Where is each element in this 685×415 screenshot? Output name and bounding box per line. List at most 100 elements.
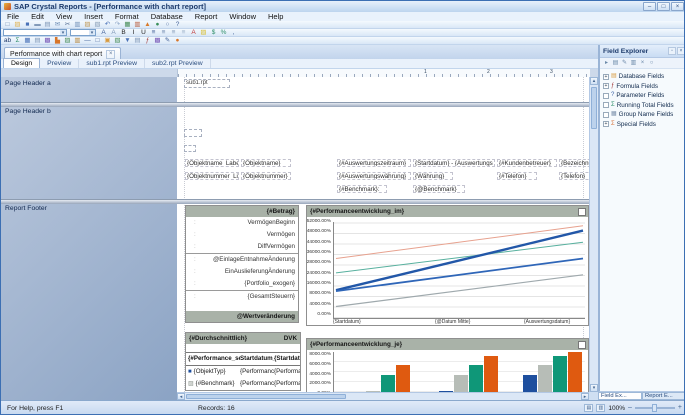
toolbar-icon[interactable]: ○ <box>163 21 172 29</box>
performance-bar-chart[interactable]: {#Performanceentwicklung_je} 8000.00%600… <box>306 338 589 392</box>
toolbar-icon[interactable]: ▤ <box>43 21 52 29</box>
tree-item[interactable]: + ƒ Formula Fields <box>600 82 685 92</box>
field-object[interactable]: {Währung} <box>413 172 453 180</box>
format-toolbar-icon[interactable]: A <box>109 29 118 37</box>
field-object[interactable]: {Bezeichnung} <box>559 159 589 167</box>
insert-toolbar-icon[interactable]: ▥ <box>73 37 82 45</box>
performance-line-chart[interactable]: {#Performanceentwicklung_im} 52000.00%48… <box>306 205 589 326</box>
chevron-down-icon[interactable]: ▾ <box>60 30 66 35</box>
insert-toolbar-icon[interactable]: ▤ <box>33 37 42 45</box>
toolbar-icon[interactable]: ? <box>173 21 182 29</box>
section-label-report-footer[interactable]: Report Footer <box>5 205 47 212</box>
zoom-slider-thumb[interactable] <box>652 404 657 412</box>
pin-icon[interactable]: ▫ <box>668 47 676 55</box>
insert-toolbar-icon[interactable]: ✎ <box>163 37 172 45</box>
average-table-column-headers[interactable]: {#Performance_seit} Startdatum_k {Startd… <box>186 352 300 366</box>
format-toolbar-icon[interactable]: % <box>219 29 228 37</box>
panel-toolbar-icon[interactable]: ✎ <box>620 59 629 67</box>
field-object[interactable]: {#Auswertungszeitraum} <box>337 159 411 167</box>
page-layout-icon[interactable]: ▤ <box>584 404 593 412</box>
expand-icon[interactable]: + <box>603 83 609 89</box>
menu-item[interactable]: Report <box>189 12 224 21</box>
toolbar-icon[interactable]: ▧ <box>93 21 102 29</box>
panel-toolbar-icon[interactable]: ○ <box>647 59 656 67</box>
zoom-slider[interactable] <box>635 407 675 409</box>
section-label-page-header-b[interactable]: Page Header b <box>5 108 51 115</box>
insert-toolbar-icon[interactable]: ▩ <box>153 37 162 45</box>
tab-field-explorer[interactable]: Field Ex... <box>598 392 642 400</box>
page-layout-icon[interactable]: ▥ <box>596 404 605 412</box>
toolbar-icon[interactable]: ▨ <box>83 21 92 29</box>
field-object[interactable]: {#Telefon} <box>497 172 537 180</box>
expand-icon[interactable] <box>603 112 609 118</box>
summary-table-footer[interactable]: @Wertveränderung <box>186 311 298 322</box>
field-object[interactable]: {#Kundenbetreuer} <box>497 159 557 167</box>
format-toolbar-icon[interactable]: ≡ <box>169 29 178 37</box>
expand-icon[interactable] <box>603 102 609 108</box>
panel-toolbar-icon[interactable]: × <box>638 59 647 67</box>
scroll-left-icon[interactable]: ◂ <box>177 393 185 400</box>
insert-toolbar-icon[interactable]: □ <box>93 37 102 45</box>
toolbar-icon[interactable]: ↷ <box>113 21 122 29</box>
section-divider[interactable] <box>1 102 598 107</box>
field-object[interactable]: {Objektnummer} <box>241 172 291 180</box>
summary-row[interactable]: DiffVermögen <box>186 241 298 253</box>
format-toolbar-icon[interactable]: A <box>99 29 108 37</box>
format-toolbar-icon[interactable]: ≡ <box>179 29 188 37</box>
insert-toolbar-icon[interactable]: Σ <box>13 37 22 45</box>
zoom-out-icon[interactable]: – <box>628 404 632 412</box>
vertical-scroll-thumb[interactable] <box>591 87 597 129</box>
field-object[interactable]: {@Benchmark} <box>413 185 465 193</box>
insert-toolbar-icon[interactable]: ▦ <box>23 37 32 45</box>
field-object[interactable]: {Telefon} <box>559 172 589 180</box>
scroll-right-icon[interactable]: ▸ <box>581 393 589 400</box>
format-toolbar-icon[interactable]: U <box>139 29 148 37</box>
font-name-combobox[interactable]: ▾ <box>3 29 67 36</box>
format-toolbar-icon[interactable]: , <box>229 29 238 37</box>
format-toolbar-icon[interactable]: A <box>189 29 198 37</box>
format-toolbar-icon[interactable]: ≡ <box>149 29 158 37</box>
toolbar-icon[interactable]: ▦ <box>123 21 132 29</box>
expand-icon[interactable]: + <box>603 74 609 80</box>
insert-toolbar-icon[interactable]: ● <box>173 37 182 45</box>
toolbar-icon[interactable]: ▲ <box>143 21 152 29</box>
average-table-row[interactable]: ▨ {#Benchmark} {Performance} {Performanc… <box>186 378 300 390</box>
horizontal-scroll-thumb[interactable] <box>186 394 346 399</box>
insert-toolbar-icon[interactable]: ▣ <box>103 37 112 45</box>
chart-handle[interactable] <box>578 208 586 216</box>
field-object[interactable]: {#Benchmark}: <box>337 185 387 193</box>
section-label-page-header-a[interactable]: Page Header a <box>5 80 51 87</box>
field-object[interactable]: {Objektname} <box>241 159 291 167</box>
insert-toolbar-icon[interactable]: ▼ <box>123 37 132 45</box>
close-icon[interactable]: × <box>677 47 685 55</box>
chevron-down-icon[interactable]: ▾ <box>89 30 95 35</box>
subreport-object[interactable]: sub1.rpt <box>184 79 230 88</box>
average-table-band[interactable]: {#Durchschnittlich} DVK <box>186 333 300 344</box>
format-toolbar-icon[interactable]: $ <box>209 29 218 37</box>
insert-toolbar-icon[interactable]: ▩ <box>43 37 52 45</box>
tab-report-explorer[interactable]: Report E... <box>642 392 685 400</box>
summary-row[interactable]: {GesamtSteuern} <box>186 291 298 303</box>
vertical-scrollbar[interactable]: ▴ ▾ <box>589 77 598 392</box>
format-toolbar-icon[interactable]: ≡ <box>159 29 168 37</box>
menu-item[interactable]: Help <box>262 12 289 21</box>
field-object[interactable]: {#Auswertungswährung} <box>337 172 411 180</box>
tab-design[interactable]: Design <box>3 58 40 68</box>
font-size-combobox[interactable]: ▾ <box>70 29 96 36</box>
insert-toolbar-icon[interactable]: ▧ <box>113 37 122 45</box>
format-toolbar-icon[interactable]: I <box>129 29 138 37</box>
expand-icon[interactable]: + <box>603 121 609 127</box>
horizontal-scrollbar[interactable]: ◂ ▸ <box>177 392 589 400</box>
expand-icon[interactable] <box>603 93 609 99</box>
insert-toolbar-icon[interactable]: ƒ <box>143 37 152 45</box>
panel-toolbar-icon[interactable]: ▸ <box>602 59 611 67</box>
summary-row[interactable]: @EinlageEntnahmeÄnderung <box>186 254 298 266</box>
field-object[interactable]: {Objektnummer_Li <box>185 172 239 180</box>
placeholder-object[interactable] <box>184 129 202 137</box>
summary-row[interactable]: EinAuslieferungÄnderung <box>186 266 298 278</box>
summary-row[interactable]: VermögenBeginn <box>186 217 298 229</box>
toolbar-icon[interactable]: ▨ <box>13 21 22 29</box>
toolbar-icon[interactable]: ↶ <box>103 21 112 29</box>
toolbar-icon[interactable]: ▥ <box>73 21 82 29</box>
tab-sub1-preview[interactable]: sub1.rpt Preview <box>79 59 145 68</box>
